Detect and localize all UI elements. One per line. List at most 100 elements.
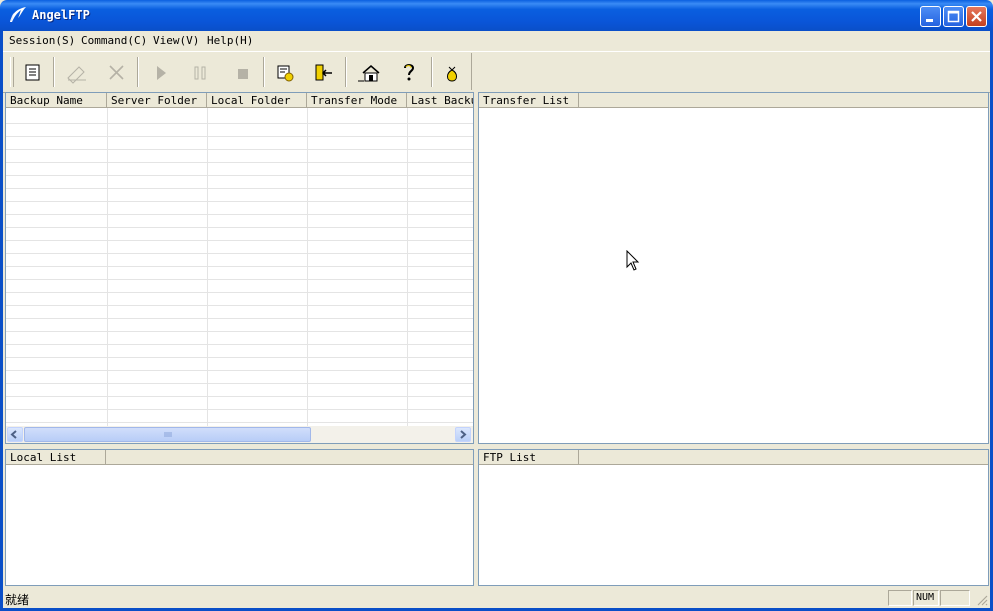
scroll-left-button[interactable] xyxy=(7,427,23,442)
grid-row-line xyxy=(6,279,473,280)
status-pane-caps xyxy=(888,590,912,606)
stop-button[interactable] xyxy=(231,61,255,85)
ftp-list-panel[interactable]: FTP List xyxy=(478,449,989,586)
start-button[interactable] xyxy=(149,61,173,85)
grid-row-line xyxy=(6,149,473,150)
column-local-folder[interactable]: Local Folder xyxy=(207,93,307,108)
backup-table-panel: Backup Name Server Folder Local Folder T… xyxy=(5,92,474,444)
title-bar[interactable]: AngelFTP xyxy=(0,0,993,31)
grid-column-line xyxy=(307,108,308,426)
home-button[interactable] xyxy=(357,61,381,85)
edit-button[interactable] xyxy=(65,61,89,85)
column-server-folder[interactable]: Server Folder xyxy=(107,93,207,108)
grid-row-line xyxy=(6,357,473,358)
edit-icon xyxy=(65,66,89,88)
transfer-list-panel[interactable]: Transfer List xyxy=(478,92,989,444)
grid-row-line xyxy=(6,370,473,371)
column-transfer-list[interactable]: Transfer List xyxy=(479,93,579,108)
toolbar-separator xyxy=(263,57,265,87)
column-transfer-mode[interactable]: Transfer Mode xyxy=(307,93,407,108)
column-blank[interactable] xyxy=(579,93,988,108)
help-icon xyxy=(397,64,421,88)
exit-icon xyxy=(311,64,335,88)
menu-session[interactable]: Session(S) xyxy=(9,34,75,47)
ftp-list-header: FTP List xyxy=(479,450,988,465)
help-button[interactable] xyxy=(397,61,421,85)
app-window: AngelFTP Session(S) Command(C) View(V) H… xyxy=(0,0,993,611)
minimize-button[interactable] xyxy=(920,6,941,27)
home-icon xyxy=(357,65,381,88)
status-num: NUM xyxy=(913,590,939,606)
grid-row-line xyxy=(6,409,473,410)
grid-row-line xyxy=(6,136,473,137)
window-title: AngelFTP xyxy=(32,8,90,22)
grid-row-line xyxy=(6,175,473,176)
grid-column-line xyxy=(107,108,108,426)
toolbar-separator xyxy=(53,57,55,87)
column-blank[interactable] xyxy=(106,450,473,465)
toolbar-grip[interactable] xyxy=(10,57,14,87)
delete-button[interactable] xyxy=(105,61,129,85)
chevron-left-icon xyxy=(8,430,22,443)
local-list-panel[interactable]: Local List xyxy=(5,449,474,586)
column-last-backup[interactable]: Last Backup xyxy=(407,93,473,108)
menu-view[interactable]: View(V) xyxy=(153,34,199,47)
grid-row-line xyxy=(6,214,473,215)
settings-button[interactable] xyxy=(273,61,297,85)
grid-row-line xyxy=(6,188,473,189)
resize-grip-icon[interactable] xyxy=(976,594,988,606)
window-frame-left xyxy=(0,31,3,611)
maximize-button[interactable] xyxy=(943,6,964,27)
delete-icon xyxy=(105,65,129,88)
column-backup-name[interactable]: Backup Name xyxy=(6,93,107,108)
pause-icon xyxy=(189,66,213,88)
grid-row-line xyxy=(6,318,473,319)
close-button[interactable] xyxy=(966,6,987,27)
grid-row-line xyxy=(6,123,473,124)
stop-icon xyxy=(231,69,255,88)
settings-icon xyxy=(273,65,297,88)
scroll-thumb[interactable] xyxy=(24,427,311,442)
toolbar-separator xyxy=(431,57,433,87)
grip-icon xyxy=(25,431,310,443)
grid-row-line xyxy=(6,227,473,228)
grid-column-line xyxy=(407,108,408,426)
backup-table-header: Backup Name Server Folder Local Folder T… xyxy=(6,93,473,108)
column-ftp-list[interactable]: FTP List xyxy=(479,450,579,465)
grid-row-line xyxy=(6,383,473,384)
menu-help[interactable]: Help(H) xyxy=(207,34,253,47)
column-local-list[interactable]: Local List xyxy=(6,450,106,465)
grid-row-line xyxy=(6,331,473,332)
toolbar-separator xyxy=(345,57,347,87)
grid-row-line xyxy=(6,240,473,241)
angel-wing-icon xyxy=(8,6,28,24)
scroll-right-button[interactable] xyxy=(455,427,471,442)
toolbar xyxy=(3,51,990,93)
grid-row-line xyxy=(6,305,473,306)
grid-row-line xyxy=(6,292,473,293)
donate-button[interactable] xyxy=(441,61,465,85)
menu-bar: Session(S) Command(C) View(V) Help(H) xyxy=(3,31,990,50)
exit-button[interactable] xyxy=(311,61,335,85)
status-text: 就绪 xyxy=(5,593,30,607)
status-pane-scroll xyxy=(940,590,970,606)
grid-row-line xyxy=(6,266,473,267)
backup-horizontal-scrollbar[interactable] xyxy=(6,426,473,443)
grid-row-line xyxy=(6,396,473,397)
grid-row-line xyxy=(6,162,473,163)
grid-row-line xyxy=(6,422,473,423)
grid-row-line xyxy=(6,253,473,254)
new-session-button[interactable] xyxy=(21,61,45,85)
new-session-icon xyxy=(21,64,45,88)
chevron-right-icon xyxy=(456,430,470,443)
grid-row-line xyxy=(6,201,473,202)
toolbar-separator xyxy=(137,57,139,87)
donate-icon xyxy=(441,66,465,88)
transfer-list-header: Transfer List xyxy=(479,93,988,108)
status-bar: 就绪 NUM xyxy=(3,588,990,608)
menu-command[interactable]: Command(C) xyxy=(81,34,147,47)
column-blank[interactable] xyxy=(579,450,988,465)
local-list-header: Local List xyxy=(6,450,473,465)
pause-button[interactable] xyxy=(189,61,213,85)
grid-column-line xyxy=(207,108,208,426)
